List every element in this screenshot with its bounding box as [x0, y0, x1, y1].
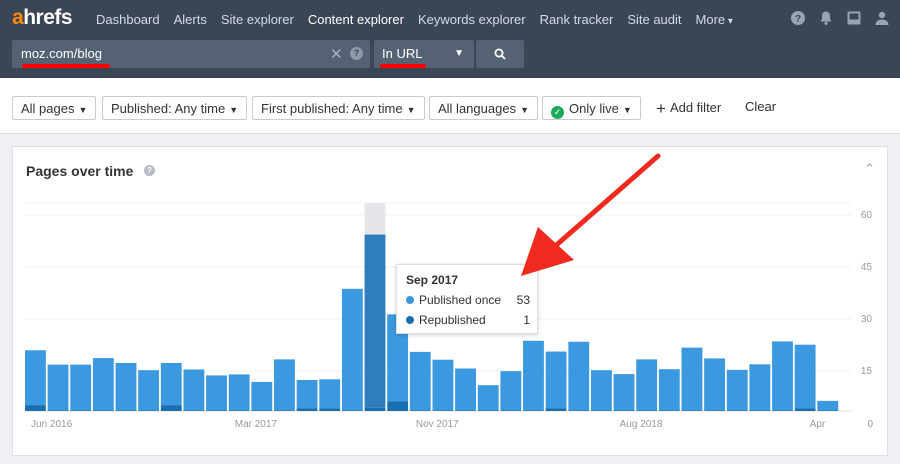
bar-republished — [613, 410, 635, 411]
bar-republished — [341, 410, 363, 411]
bar-published-once — [590, 370, 612, 411]
y-tick-label: 0 — [867, 419, 873, 430]
bar-republished — [206, 410, 227, 411]
bar-published-once — [726, 369, 748, 411]
bar-published-once — [319, 379, 341, 409]
bar-republished — [409, 410, 431, 411]
bar-published-once — [613, 374, 635, 411]
bar-republished — [25, 405, 46, 411]
bar-published-once — [274, 359, 295, 411]
bar-republished — [658, 410, 680, 411]
bar-republished — [92, 410, 114, 411]
bar-republished — [523, 410, 544, 411]
bar-published-once — [500, 371, 522, 411]
bar-republished — [455, 410, 476, 411]
bar-published-once — [228, 374, 250, 411]
x-tick-label: Nov 2017 — [416, 419, 459, 430]
bar-published-once — [658, 369, 680, 411]
chart-tooltip: Sep 2017 Published once 53 Republished 1 — [396, 264, 538, 334]
bar-published-once — [364, 234, 386, 408]
tooltip-row-published-once: Published once 53 — [406, 293, 530, 307]
series-marker — [406, 296, 414, 304]
bar-republished — [794, 408, 816, 411]
bar-published-once — [183, 369, 205, 411]
bar-published-once — [545, 351, 567, 409]
bar-republished — [228, 410, 250, 411]
bar-published-once — [794, 344, 816, 409]
y-tick-label: 60 — [861, 210, 873, 221]
bar-published-once — [772, 341, 793, 411]
bar-republished — [274, 410, 295, 411]
bar-republished — [183, 410, 205, 411]
bar-republished — [296, 408, 318, 411]
bar-published-once — [523, 340, 544, 411]
bar-published-once — [92, 358, 114, 411]
bar-published-once — [138, 370, 160, 411]
bar-published-once — [704, 358, 726, 411]
bar-republished — [590, 410, 612, 411]
bar-republished — [726, 410, 748, 411]
bar-republished — [681, 410, 703, 411]
x-tick-label: Aug 2018 — [620, 419, 663, 430]
bar-republished — [432, 410, 454, 411]
bar-republished — [251, 410, 273, 411]
bar-republished — [817, 410, 839, 411]
x-tick-label: Mar 2017 — [235, 419, 278, 430]
y-tick-label: 45 — [861, 262, 873, 273]
bar-republished — [115, 410, 137, 411]
bar-republished — [704, 410, 726, 411]
bar-published-once — [251, 381, 273, 411]
bar-published-once — [341, 288, 363, 411]
bar-published-once — [568, 341, 590, 411]
bar-published-once — [70, 364, 92, 411]
bar-published-once — [636, 359, 658, 411]
bar-republished — [319, 408, 341, 411]
bar-published-once — [817, 400, 839, 411]
bar-published-once — [409, 351, 431, 411]
bar-republished — [70, 410, 92, 411]
bar-republished — [364, 407, 386, 411]
bar-published-once — [477, 385, 499, 411]
tooltip-title: Sep 2017 — [406, 273, 459, 287]
bar-published-once — [47, 364, 69, 411]
bar-published-once — [432, 359, 454, 411]
bar-published-once — [749, 364, 771, 411]
bar-published-once — [115, 362, 137, 411]
bar-republished — [47, 410, 69, 411]
bar-published-once — [681, 347, 703, 411]
bar-republished — [545, 408, 567, 411]
bar-republished — [477, 410, 499, 411]
tooltip-row-republished: Republished 1 — [406, 313, 530, 327]
bar-republished — [138, 410, 160, 411]
bar-republished — [160, 405, 182, 411]
bar-published-once — [160, 362, 182, 406]
pages-over-time-chart: 60 45 30 15 0 Jun 2016 Mar 2017 Nov 2017 Aug 201… — [25, 202, 873, 430]
bar-republished — [636, 410, 658, 411]
bar-published-once — [206, 375, 227, 411]
bar-republished — [772, 410, 793, 411]
x-tick-label: Apr — [810, 419, 826, 430]
series-marker — [406, 316, 414, 324]
bar-published-once — [296, 379, 318, 409]
bar-republished — [500, 410, 522, 411]
bar-republished — [749, 410, 771, 411]
bar-published-once — [455, 368, 476, 411]
bar-published-once — [25, 350, 46, 406]
x-tick-label: Jun 2016 — [31, 419, 73, 430]
y-tick-label: 15 — [861, 366, 873, 377]
bar-republished — [568, 410, 590, 411]
bar-republished — [387, 401, 409, 411]
y-tick-label: 30 — [861, 314, 873, 325]
